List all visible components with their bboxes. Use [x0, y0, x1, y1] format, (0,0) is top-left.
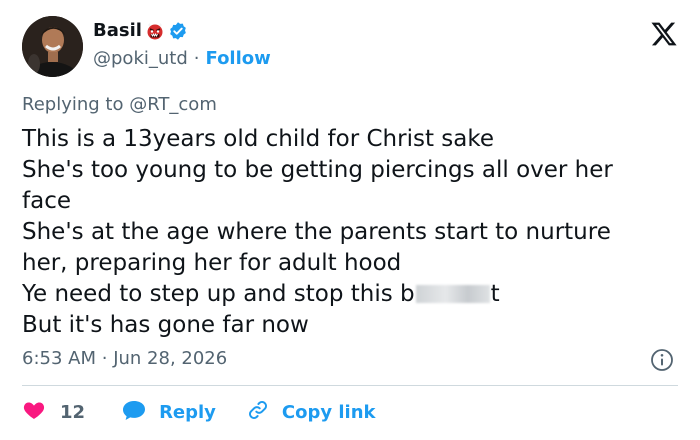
redacted-word	[415, 285, 490, 303]
avatar-image	[22, 16, 83, 77]
like-count: 12	[60, 402, 86, 423]
copy-link-label: Copy link	[281, 402, 376, 423]
timestamp[interactable]: 6:53 AM · Jun 28, 2026	[22, 348, 227, 369]
red-ogre-emoji-icon	[145, 21, 165, 41]
author-display-name[interactable]: Basil	[93, 20, 142, 41]
timestamp-time: 6:53 AM	[22, 348, 96, 369]
tweet-line: But it's has gone far now	[22, 312, 309, 338]
avatar[interactable]	[22, 16, 83, 77]
author-handle[interactable]: @poki_utd	[93, 48, 188, 69]
x-logo-icon[interactable]	[650, 20, 678, 48]
action-bar: 12 Reply Copy link	[22, 398, 376, 427]
verified-badge-icon	[168, 21, 188, 41]
reply-label: Reply	[159, 402, 216, 423]
tweet-line: She's too young to be getting piercings …	[22, 157, 613, 183]
author-name-row: Basil	[93, 20, 188, 41]
like-button[interactable]: 12	[22, 398, 85, 427]
tweet-embed: Basil @poki_utd · Follow Replying to @RT…	[0, 0, 700, 440]
tweet-line: Ye need to step up and stop this b t	[22, 279, 687, 310]
reply-context-prefix: Replying to	[22, 94, 124, 115]
copy-link-button[interactable]: Copy link	[246, 398, 376, 427]
reply-button[interactable]: Reply	[121, 398, 216, 427]
link-icon	[246, 398, 270, 427]
speech-bubble-icon	[121, 398, 147, 427]
info-icon[interactable]	[650, 348, 674, 372]
divider	[22, 385, 678, 386]
heart-icon	[22, 398, 46, 427]
tweet-line: She's at the age where the parents start…	[22, 219, 611, 245]
tweet-line: face	[22, 188, 71, 214]
tweet-line-end: t	[490, 281, 500, 307]
tweet-line-start: Ye need to step up and stop this b	[22, 281, 415, 307]
timestamp-separator: ·	[101, 348, 108, 369]
tweet-body: This is a 13years old child for Christ s…	[22, 124, 687, 341]
timestamp-date: Jun 28, 2026	[113, 348, 228, 369]
author-handle-row: @poki_utd · Follow	[93, 48, 271, 69]
follow-button[interactable]: Follow	[206, 48, 271, 69]
reply-mention-link[interactable]: @RT_com	[129, 94, 217, 115]
tweet-line: This is a 13years old child for Christ s…	[22, 126, 495, 152]
tweet-line: her, preparing her for adult hood	[22, 250, 402, 276]
handle-separator: ·	[193, 48, 200, 69]
reply-context: Replying to @RT_com	[22, 94, 217, 115]
